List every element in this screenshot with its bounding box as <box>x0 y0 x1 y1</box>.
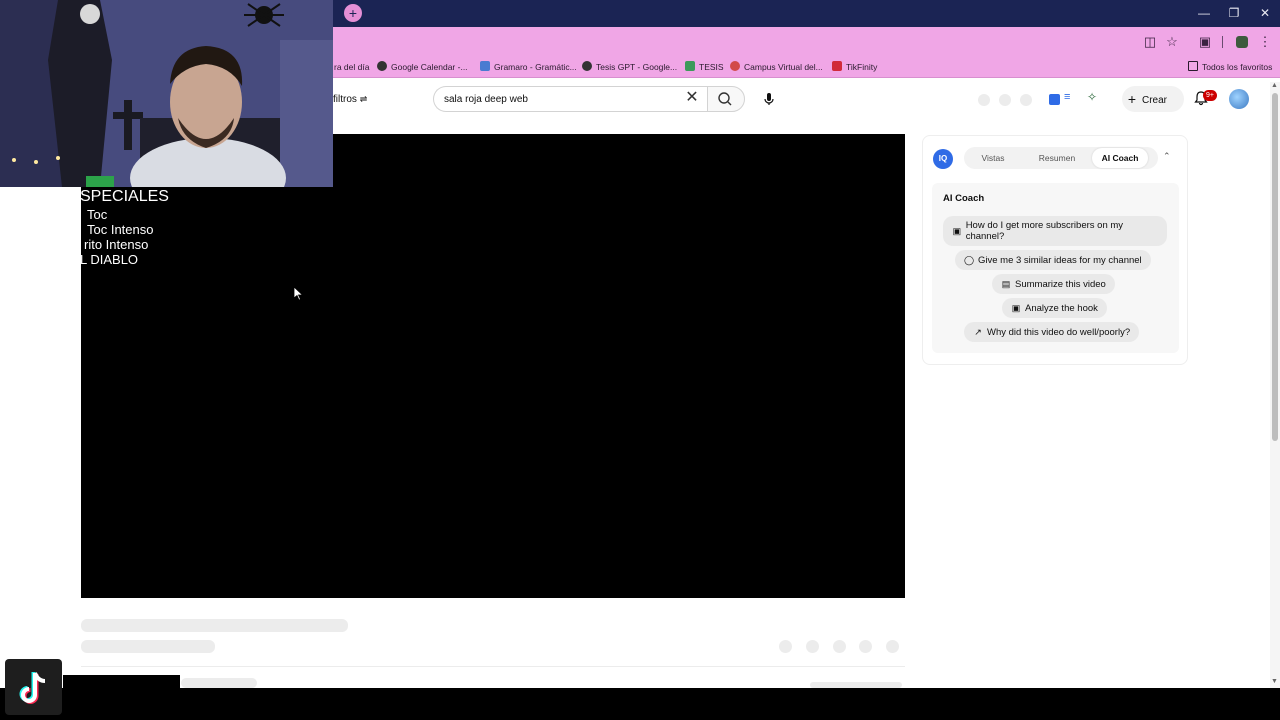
drive-icon <box>685 61 695 71</box>
placeholder-icon <box>978 94 990 106</box>
globe-icon <box>377 61 387 71</box>
placeholder-icon <box>1020 94 1032 106</box>
search-button[interactable] <box>707 86 745 112</box>
prompt-ideas[interactable]: ◯ Give me 3 similar ideas for my channel <box>955 250 1151 270</box>
clear-search-icon[interactable]: ✕ <box>683 89 701 107</box>
create-button[interactable]: + Crear <box>1122 86 1184 112</box>
prompt-subscribers[interactable]: ▣ How do I get more subscribers on my cha… <box>943 216 1167 246</box>
title-skeleton <box>81 619 348 632</box>
action-skeleton <box>779 640 792 653</box>
bookmark-item[interactable]: ra del día <box>334 60 369 74</box>
extensions-icon[interactable]: ▣ <box>1196 33 1214 51</box>
bookmark-star-icon[interactable]: ☆ <box>1163 33 1181 51</box>
close-icon[interactable]: ✕ <box>1253 4 1277 22</box>
menu-icon[interactable]: ⋮ <box>1256 33 1274 51</box>
tab-vistas[interactable]: Vistas <box>968 147 1018 169</box>
scroll-down-icon[interactable]: ▼ <box>1271 678 1278 685</box>
tab-resumen[interactable]: Resumen <box>1030 147 1084 169</box>
iq-logo: IQ <box>933 149 953 169</box>
search-icon <box>718 92 732 106</box>
bookmark-item[interactable]: Tesis GPT - Google... <box>582 60 677 74</box>
toolbar-divider <box>1222 36 1223 48</box>
overlay-text: L DIABLO <box>80 252 139 267</box>
chart-icon: ↗ <box>974 327 982 337</box>
sliders-icon: ⇌ <box>359 94 368 104</box>
lightbulb-icon: ◯ <box>964 255 975 265</box>
bookmark-item[interactable]: TikFinity <box>832 60 877 74</box>
action-skeleton <box>886 640 899 653</box>
globe-icon <box>582 61 592 71</box>
prompt-hook[interactable]: ▣ Analyze the hook <box>1002 298 1107 318</box>
prompt-summarize[interactable]: ▤ Summarize this video <box>992 274 1115 294</box>
profile-icon[interactable] <box>1233 33 1251 51</box>
scrollbar-thumb[interactable] <box>1272 93 1278 441</box>
campus-icon <box>730 61 740 71</box>
action-skeleton <box>859 640 872 653</box>
video-icon: ▣ <box>1011 303 1021 313</box>
tab-ai-coach[interactable]: AI Coach <box>1092 148 1148 168</box>
new-tab-button[interactable]: + <box>344 4 362 22</box>
action-skeleton <box>806 640 819 653</box>
restore-icon[interactable]: ❐ <box>1222 4 1246 22</box>
filters-button[interactable]: filtros ⇌ <box>333 90 367 108</box>
bookmark-item[interactable]: TESIS <box>685 60 724 74</box>
list-icon[interactable]: ≡ <box>1064 91 1070 103</box>
document-icon: ▤ <box>1001 279 1011 289</box>
all-bookmarks[interactable]: Todos los favoritos <box>1188 60 1272 74</box>
bookmark-item[interactable]: Google Calendar -... <box>377 60 468 74</box>
webcam-feed <box>0 0 333 187</box>
coach-title: AI Coach <box>943 193 985 204</box>
action-skeleton <box>833 640 846 653</box>
microphone-icon[interactable] <box>760 90 778 108</box>
placeholder-icon <box>999 94 1011 106</box>
subtitle-skeleton <box>81 640 215 653</box>
overlay-text: Toc <box>87 207 108 222</box>
folder-icon <box>1188 61 1198 71</box>
overlay-text: SPECIALES <box>80 188 169 205</box>
video-player[interactable] <box>81 134 905 598</box>
divider <box>81 666 905 667</box>
video-icon: ▣ <box>952 225 962 236</box>
extension-icon[interactable] <box>1049 94 1060 105</box>
minimize-icon[interactable]: — <box>1192 4 1216 22</box>
scroll-up-icon[interactable]: ▲ <box>1271 82 1278 89</box>
install-app-icon[interactable]: ◫ <box>1141 33 1159 51</box>
collapse-icon[interactable]: ⌃ <box>1163 151 1171 162</box>
prompt-performance[interactable]: ↗ Why did this video do well/poorly? <box>964 322 1140 342</box>
overlay-bar <box>63 675 180 688</box>
text-skeleton <box>181 678 257 688</box>
plus-icon: + <box>1127 91 1137 107</box>
bookmark-item[interactable]: Gramaro - Gramátic... <box>480 60 577 74</box>
tiktok-logo <box>5 659 62 715</box>
bottom-bar <box>0 688 1280 720</box>
bookmark-item[interactable]: Campus Virtual del... <box>730 60 823 74</box>
tikfinity-icon <box>832 61 842 71</box>
avatar[interactable] <box>1229 89 1249 109</box>
overlay-text: rito Intenso <box>84 237 149 252</box>
notification-badge: 9+ <box>1203 90 1217 101</box>
cursor-icon <box>294 287 304 301</box>
doc-icon <box>480 61 490 71</box>
search-input[interactable] <box>444 91 674 107</box>
rocket-icon[interactable]: ✧ <box>1087 90 1097 104</box>
overlay-text: Toc Intenso <box>87 222 154 237</box>
